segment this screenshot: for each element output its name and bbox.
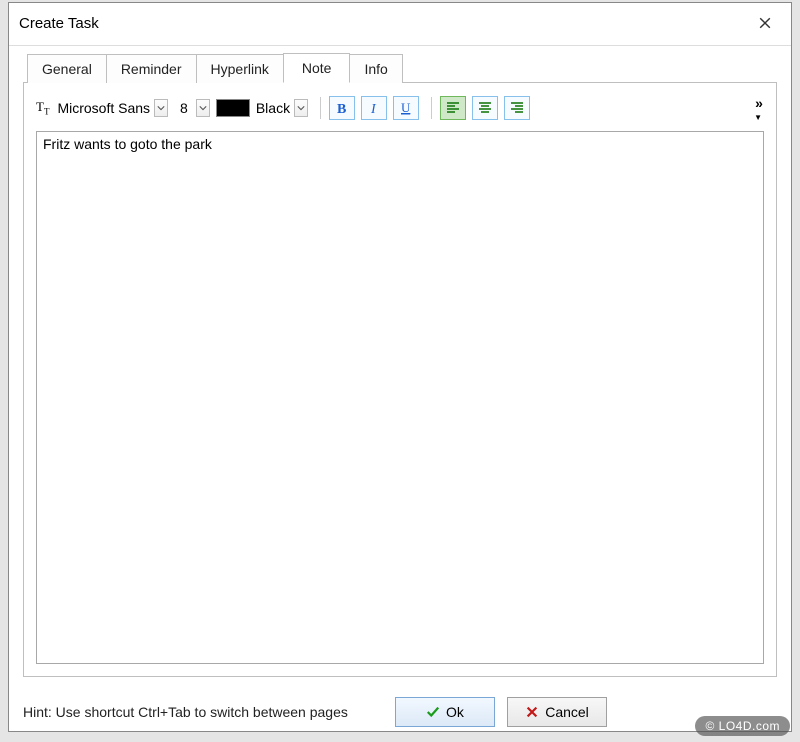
italic-icon: I <box>366 100 382 116</box>
color-label: Black <box>252 98 292 118</box>
dialog-footer: Hint: Use shortcut Ctrl+Tab to switch be… <box>9 687 791 731</box>
separator <box>320 97 321 119</box>
note-editor[interactable]: Fritz wants to goto the park <box>36 131 764 664</box>
cancel-button[interactable]: Cancel <box>507 697 607 727</box>
window-title: Create Task <box>19 15 99 32</box>
align-left-button[interactable] <box>440 96 466 120</box>
tab-label: Note <box>302 60 332 76</box>
color-swatch[interactable] <box>216 99 250 117</box>
close-button[interactable] <box>749 11 781 35</box>
close-icon <box>759 17 771 29</box>
italic-button[interactable]: I <box>361 96 387 120</box>
toolbar-overflow-button[interactable]: » ▼ <box>754 95 764 122</box>
align-right-icon <box>509 100 525 116</box>
svg-text:B: B <box>337 102 346 116</box>
triangle-down-icon: ▼ <box>754 113 762 122</box>
content-area: General Reminder Hyperlink Note Info TT … <box>9 46 791 687</box>
tab-info[interactable]: Info <box>349 54 402 83</box>
tab-label: General <box>42 61 92 77</box>
font-name-dropdown[interactable] <box>154 99 168 117</box>
watermark: © LO4D.com <box>695 716 790 736</box>
cancel-icon <box>525 705 539 719</box>
tab-label: Info <box>364 61 387 77</box>
tab-panel-note: TT Microsoft Sans 8 Black B <box>23 82 777 677</box>
tab-hyperlink[interactable]: Hyperlink <box>196 54 284 83</box>
svg-text:U: U <box>401 100 411 115</box>
check-icon <box>426 705 440 719</box>
svg-text:I: I <box>370 102 377 116</box>
underline-icon: U <box>398 100 414 116</box>
tab-label: Reminder <box>121 61 182 77</box>
hint-text: Hint: Use shortcut Ctrl+Tab to switch be… <box>23 703 383 721</box>
font-size-dropdown[interactable] <box>196 99 210 117</box>
tab-reminder[interactable]: Reminder <box>106 54 197 83</box>
cancel-label: Cancel <box>545 704 589 720</box>
font-size-display: 8 <box>174 98 194 118</box>
chevrons-icon: » <box>755 95 761 111</box>
align-center-button[interactable] <box>472 96 498 120</box>
bold-icon: B <box>334 100 350 116</box>
tab-label: Hyperlink <box>211 61 269 77</box>
color-dropdown[interactable] <box>294 99 308 117</box>
chevron-down-icon <box>297 104 305 112</box>
chevron-down-icon <box>157 104 165 112</box>
tab-general[interactable]: General <box>27 54 107 83</box>
tab-note[interactable]: Note <box>283 53 351 83</box>
chevron-down-icon <box>199 104 207 112</box>
dialog-window: Create Task General Reminder Hyperlink N… <box>8 2 792 732</box>
underline-button[interactable]: U <box>393 96 419 120</box>
tab-bar: General Reminder Hyperlink Note Info <box>23 52 777 82</box>
align-center-icon <box>477 100 493 116</box>
align-left-icon <box>445 100 461 116</box>
font-name-display: Microsoft Sans <box>55 98 152 118</box>
ok-button[interactable]: Ok <box>395 697 495 727</box>
separator <box>431 97 432 119</box>
ok-label: Ok <box>446 704 464 720</box>
font-family-icon: TT <box>36 99 49 117</box>
align-right-button[interactable] <box>504 96 530 120</box>
bold-button[interactable]: B <box>329 96 355 120</box>
titlebar: Create Task <box>9 3 791 46</box>
formatting-toolbar: TT Microsoft Sans 8 Black B <box>36 93 764 123</box>
